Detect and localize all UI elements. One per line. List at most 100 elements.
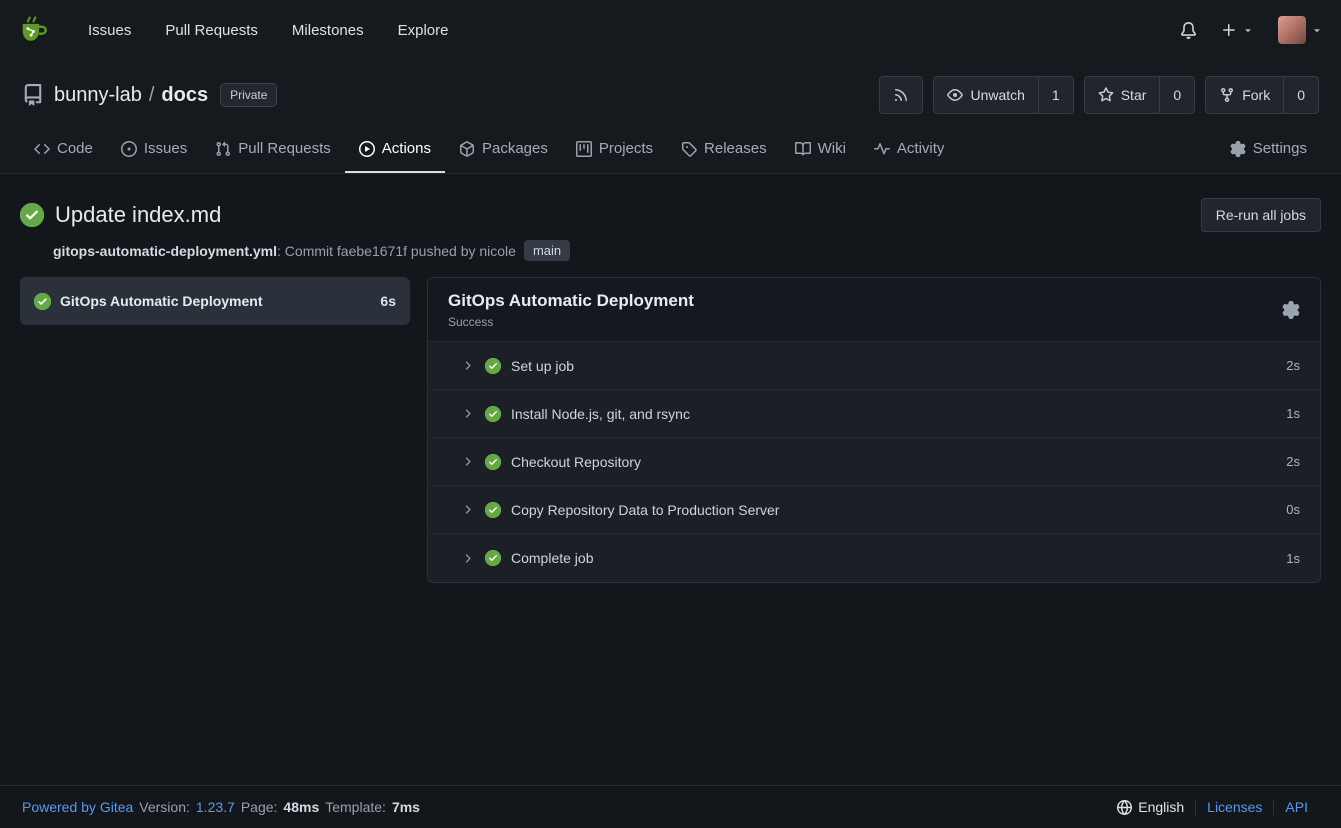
- job-panel-header: GitOps Automatic Deployment Success: [428, 278, 1320, 341]
- job-list-item[interactable]: GitOps Automatic Deployment 6s: [20, 277, 410, 325]
- step-duration: 1s: [1286, 551, 1300, 566]
- repo-icon: [22, 84, 44, 106]
- project-board-icon: [576, 141, 592, 157]
- job-options-gear-icon[interactable]: [1282, 301, 1300, 319]
- step-row[interactable]: Checkout Repository 2s: [428, 438, 1320, 486]
- star-count[interactable]: 0: [1159, 77, 1194, 113]
- job-success-check-icon: [34, 293, 51, 310]
- step-duration: 0s: [1286, 502, 1300, 517]
- watch-count[interactable]: 1: [1038, 77, 1073, 113]
- step-success-check-icon: [485, 454, 501, 470]
- footer-left: Powered by Gitea Version: 1.23.7 Page: 4…: [22, 799, 420, 815]
- page: Issues Pull Requests Milestones Explore: [0, 0, 1341, 828]
- step-name: Install Node.js, git, and rsync: [511, 406, 690, 422]
- unwatch-button[interactable]: Unwatch: [934, 77, 1037, 113]
- star-button[interactable]: Star: [1085, 77, 1160, 113]
- rss-feed-button[interactable]: [879, 76, 923, 114]
- fork-label: Fork: [1242, 87, 1270, 103]
- issue-icon: [121, 141, 137, 157]
- book-icon: [795, 141, 811, 157]
- run-success-check-icon: [20, 203, 44, 227]
- version-label: Version:: [139, 799, 190, 815]
- tab-releases[interactable]: Releases: [667, 124, 781, 173]
- tab-code-label: Code: [57, 140, 93, 157]
- version-link[interactable]: 1.23.7: [196, 799, 235, 815]
- navbar-left: Issues Pull Requests Milestones Explore: [18, 15, 448, 45]
- step-name: Checkout Repository: [511, 454, 641, 470]
- star-button-group: Star 0: [1084, 76, 1195, 114]
- tab-activity[interactable]: Activity: [860, 124, 959, 173]
- api-link[interactable]: API: [1273, 799, 1319, 815]
- jobs-sidebar: GitOps Automatic Deployment 6s: [20, 277, 410, 325]
- run-body: GitOps Automatic Deployment 6s GitOps Au…: [20, 277, 1321, 583]
- user-menu[interactable]: [1278, 16, 1323, 44]
- run-title-row: Update index.md Re-run all jobs: [20, 198, 1321, 232]
- run-header: Update index.md Re-run all jobs gitops-a…: [20, 198, 1321, 261]
- step-row[interactable]: Complete job 1s: [428, 534, 1320, 582]
- nav-item-issues[interactable]: Issues: [88, 22, 131, 39]
- template-time: 7ms: [392, 799, 420, 815]
- tab-packages[interactable]: Packages: [445, 124, 562, 173]
- repo-title-row: bunny-lab / docs Private Unwatch 1: [0, 60, 1341, 124]
- page-label: Page:: [241, 799, 278, 815]
- tab-wiki-label: Wiki: [818, 140, 846, 157]
- gitea-logo-icon[interactable]: [18, 15, 48, 45]
- pull-request-icon: [215, 141, 231, 157]
- tab-pull-requests-label: Pull Requests: [238, 140, 331, 157]
- tab-actions-label: Actions: [382, 140, 431, 157]
- repo-owner-link[interactable]: bunny-lab: [54, 84, 142, 107]
- language-selector[interactable]: English: [1106, 799, 1195, 815]
- fork-button[interactable]: Fork: [1206, 77, 1283, 113]
- chevron-right-icon: [461, 552, 474, 565]
- tab-pull-requests[interactable]: Pull Requests: [201, 124, 345, 173]
- chevron-right-icon: [461, 503, 474, 516]
- footer: Powered by Gitea Version: 1.23.7 Page: 4…: [0, 785, 1341, 828]
- tab-issues[interactable]: Issues: [107, 124, 201, 173]
- step-row[interactable]: Copy Repository Data to Production Serve…: [428, 486, 1320, 534]
- job-panel-title: GitOps Automatic Deployment: [448, 291, 694, 311]
- nav-item-milestones[interactable]: Milestones: [292, 22, 364, 39]
- repo-tabs: Code Issues Pull Requests Actions Packag…: [0, 124, 1341, 174]
- repo-name-link[interactable]: docs: [161, 84, 208, 107]
- tag-icon: [681, 141, 697, 157]
- step-row[interactable]: Set up job 2s: [428, 342, 1320, 390]
- chevron-right-icon: [461, 455, 474, 468]
- package-icon: [459, 141, 475, 157]
- globe-icon: [1117, 800, 1132, 815]
- branch-badge[interactable]: main: [524, 240, 570, 261]
- page-time: 48ms: [283, 799, 319, 815]
- repo-header: bunny-lab / docs Private Unwatch 1: [0, 60, 1341, 174]
- commit-info-text: : Commit faebe1671f pushed by nicole: [277, 243, 516, 259]
- licenses-link[interactable]: Licenses: [1195, 799, 1273, 815]
- tab-projects-label: Projects: [599, 140, 653, 157]
- tab-wiki[interactable]: Wiki: [781, 124, 860, 173]
- step-success-check-icon: [485, 502, 501, 518]
- chevron-down-icon: [1311, 24, 1323, 36]
- repo-action-buttons: Unwatch 1 Star 0 Fork 0: [879, 76, 1319, 114]
- nav-item-explore[interactable]: Explore: [398, 22, 449, 39]
- tab-projects[interactable]: Projects: [562, 124, 667, 173]
- tab-actions[interactable]: Actions: [345, 124, 445, 173]
- tab-packages-label: Packages: [482, 140, 548, 157]
- create-new-dropdown[interactable]: [1221, 22, 1254, 38]
- private-badge: Private: [220, 83, 277, 107]
- step-row[interactable]: Install Node.js, git, and rsync 1s: [428, 390, 1320, 438]
- nav-item-pull-requests[interactable]: Pull Requests: [165, 22, 258, 39]
- gear-icon: [1230, 141, 1246, 157]
- template-label: Template:: [325, 799, 386, 815]
- pulse-icon: [874, 141, 890, 157]
- tab-issues-label: Issues: [144, 140, 187, 157]
- tab-settings[interactable]: Settings: [1216, 124, 1321, 173]
- rerun-all-jobs-button[interactable]: Re-run all jobs: [1201, 198, 1321, 232]
- powered-by-gitea-link[interactable]: Powered by Gitea: [22, 799, 133, 815]
- actions-run-view: Update index.md Re-run all jobs gitops-a…: [0, 174, 1341, 785]
- repo-separator: /: [149, 84, 155, 107]
- fork-count[interactable]: 0: [1283, 77, 1318, 113]
- workflow-file-name[interactable]: gitops-automatic-deployment.yml: [53, 243, 277, 259]
- avatar: [1278, 16, 1306, 44]
- code-icon: [34, 141, 50, 157]
- notifications-bell-icon[interactable]: [1180, 22, 1197, 39]
- step-success-check-icon: [485, 406, 501, 422]
- tab-code[interactable]: Code: [20, 124, 107, 173]
- step-success-check-icon: [485, 550, 501, 566]
